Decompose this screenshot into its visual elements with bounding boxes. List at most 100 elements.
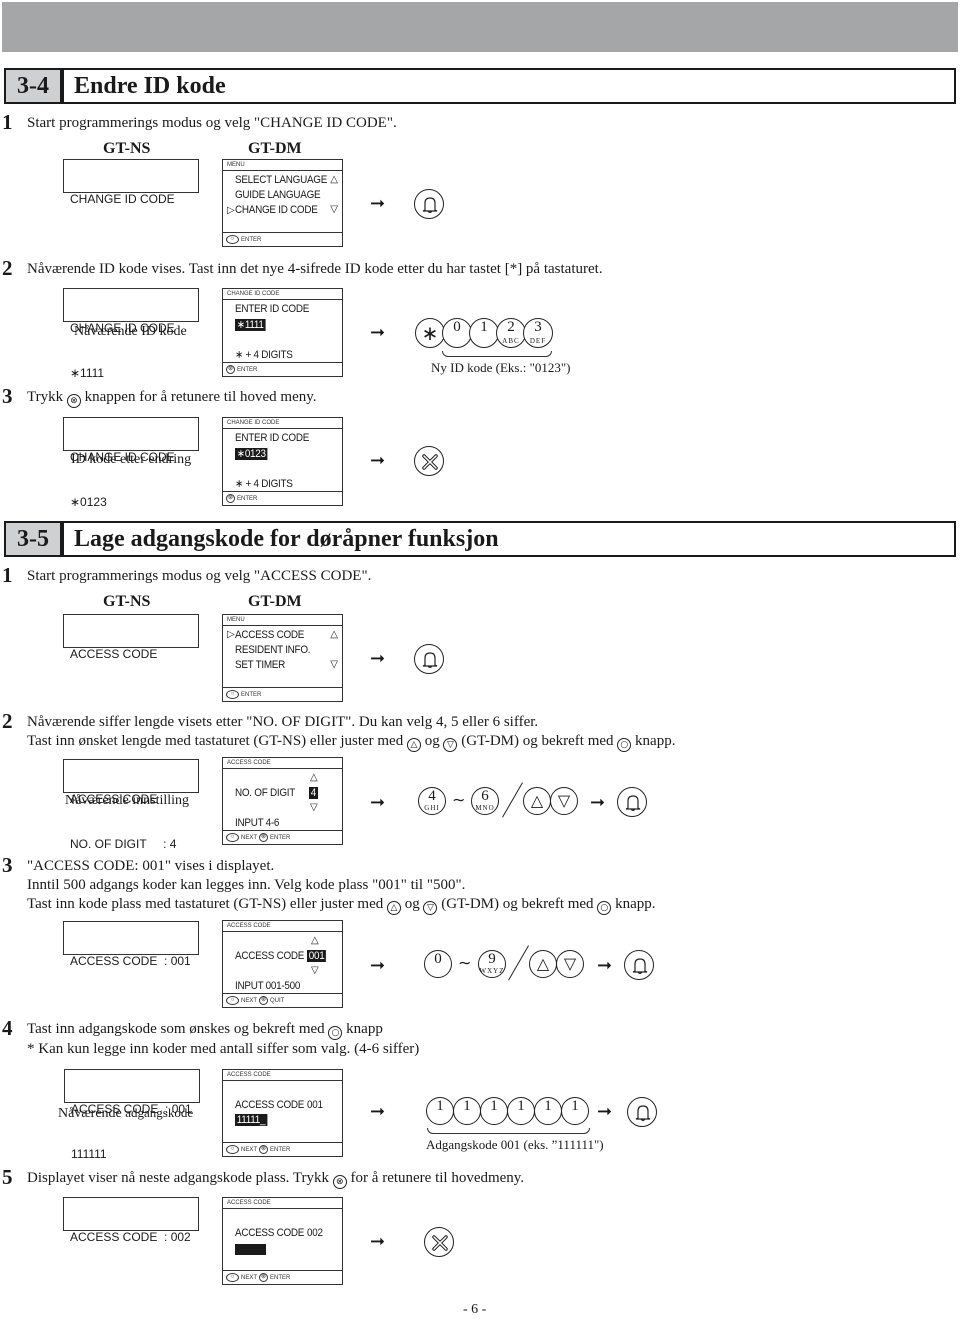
keys-caption: Adgangskode 001 (eks. ”111111")	[426, 1137, 604, 1152]
key-label: 6	[481, 788, 489, 804]
key-6[interactable]: 6 MNO	[471, 787, 499, 815]
key-star[interactable]: ∗	[415, 318, 445, 348]
gt-ns-display: ACCESS CODE	[63, 614, 199, 661]
menu-item-selected: ACCESS CODE	[235, 629, 305, 641]
ns-line: ACCESS CODE : 001	[70, 954, 191, 968]
text-part: Displayet viser nå neste adgangskode pla…	[27, 1170, 330, 1186]
dm-hint: ∗ + 4 DIGITS	[235, 349, 293, 361]
bell-icon[interactable]	[627, 1097, 657, 1127]
key-1[interactable]: 1	[561, 1097, 589, 1125]
text-part: knapp.	[635, 733, 676, 749]
gt-ns-display: ACCESS CODE : 001 111111	[64, 1069, 200, 1161]
key-sublabel: WXYZ	[479, 967, 505, 975]
gt-ns-label: GT-NS	[103, 140, 151, 157]
down-triangle-icon: ▽	[310, 802, 318, 813]
arrow-icon: ➞	[597, 1101, 613, 1122]
down-triangle-icon: ▽	[330, 204, 338, 215]
key-label: 0	[434, 951, 442, 967]
bell-icon[interactable]	[414, 644, 444, 674]
step-text: Start programmerings modus og velg "ACCE…	[27, 568, 372, 584]
arrow-icon: ➞	[370, 193, 386, 214]
dm-code: 001	[307, 1099, 323, 1111]
up-button-icon: △	[386, 901, 401, 915]
key-1[interactable]: 1	[507, 1097, 535, 1125]
up-key[interactable]: △	[529, 950, 557, 978]
key-1[interactable]: 1	[426, 1097, 454, 1125]
key-sublabel: DEF	[529, 337, 547, 345]
step-text: Nåværende ID kode vises. Tast inn det ny…	[27, 261, 603, 277]
step-number: 4	[2, 1016, 13, 1040]
cancel-x-icon[interactable]	[414, 446, 444, 476]
down-button-icon: ▽	[423, 901, 438, 915]
down-key[interactable]: ▽	[550, 787, 578, 815]
arrow-icon: ➞	[370, 322, 386, 343]
bell-button-icon: ○	[226, 1145, 239, 1154]
dm-footer: ○ ENTER	[223, 232, 342, 246]
key-1[interactable]: 1	[469, 318, 499, 348]
key-0[interactable]: 0	[442, 318, 472, 348]
x-button-icon: ⊗	[259, 1273, 269, 1282]
key-1[interactable]: 1	[453, 1097, 481, 1125]
key-label: 0	[453, 319, 461, 335]
key-1[interactable]: 1	[480, 1097, 508, 1125]
bell-icon[interactable]	[414, 189, 444, 219]
key-label: ∗	[421, 321, 439, 345]
dm-label: ACCESS CODE	[235, 1099, 305, 1111]
menu-item-selected: CHANGE ID CODE	[235, 204, 318, 216]
gt-ns-display: CHANGE ID CODE ∗0123	[63, 417, 199, 509]
key-3[interactable]: 3 DEF	[523, 318, 553, 348]
section-title: Lage adgangskode for døråpner funksjon	[74, 525, 499, 552]
bell-icon[interactable]	[624, 950, 654, 980]
dm-value: 4	[309, 787, 318, 799]
step-number: 2	[2, 709, 13, 733]
x-button-icon: ⊗	[259, 833, 269, 842]
up-key[interactable]: △	[523, 787, 551, 815]
dm-header: MENU	[223, 160, 342, 171]
step-text: Inntil 500 adgangs koder kan legges inn.…	[27, 877, 466, 893]
key-label: 9	[488, 951, 496, 967]
gt-dm-label: GT-DM	[248, 593, 302, 610]
step-text: Start programmerings modus og velg "CHAN…	[27, 115, 397, 131]
key-4[interactable]: 4 GHI	[418, 787, 446, 815]
key-0[interactable]: 0	[424, 950, 452, 978]
step-number: 3	[2, 384, 13, 408]
menu-item: SELECT LANGUAGE	[235, 174, 328, 186]
footer-label: NEXT	[241, 834, 258, 841]
empty-input-field	[235, 1244, 266, 1255]
dm-footer: ○ ENTER	[223, 687, 342, 701]
dm-header: CHANGE ID CODE	[223, 418, 342, 429]
key-label: 4	[428, 788, 436, 804]
footer-label: ENTER	[270, 1146, 291, 1153]
down-key[interactable]: ▽	[556, 950, 584, 978]
dm-label: ACCESS CODE	[235, 950, 305, 962]
footer-label: QUIT	[270, 997, 285, 1004]
dm-header: ACCESS CODE	[223, 1198, 342, 1209]
arrow-icon: ➞	[370, 1231, 386, 1252]
key-label: 1	[436, 1098, 444, 1114]
gt-dm-label: GT-DM	[248, 140, 302, 157]
text-part: (GT-DM) og bekreft med	[461, 733, 614, 749]
text-part: for å retunere til hovedmeny.	[350, 1170, 525, 1186]
brace	[442, 351, 552, 357]
step-number: 3	[2, 853, 13, 877]
text-part: Tast inn adgangskode som ønskes og bekre…	[27, 1021, 325, 1037]
key-2[interactable]: 2 ABC	[496, 318, 526, 348]
x-button-icon: ⊗	[226, 494, 235, 503]
key-label: 1	[463, 1098, 471, 1114]
step-number: 1	[2, 110, 13, 134]
down-triangle-icon: ▽	[330, 659, 338, 670]
dm-label: ACCESS CODE	[235, 1227, 305, 1239]
dm-footer: ⊗ ENTER	[223, 491, 342, 505]
bell-button-icon: ○	[597, 901, 612, 915]
dm-value: ∗0123	[235, 448, 268, 460]
arrow-icon: ➞	[370, 792, 386, 813]
key-1[interactable]: 1	[534, 1097, 562, 1125]
cancel-x-icon[interactable]	[424, 1227, 454, 1257]
ns-line: ∗0123	[70, 495, 107, 509]
key-sublabel: GHI	[424, 804, 440, 812]
dm-header: MENU	[223, 615, 342, 626]
key-9[interactable]: 9 WXYZ	[478, 950, 506, 978]
bell-icon[interactable]	[617, 787, 647, 817]
ns-caption: Nåværende innstilling	[65, 793, 190, 808]
ns-line: ACCESS CODE	[70, 647, 158, 661]
